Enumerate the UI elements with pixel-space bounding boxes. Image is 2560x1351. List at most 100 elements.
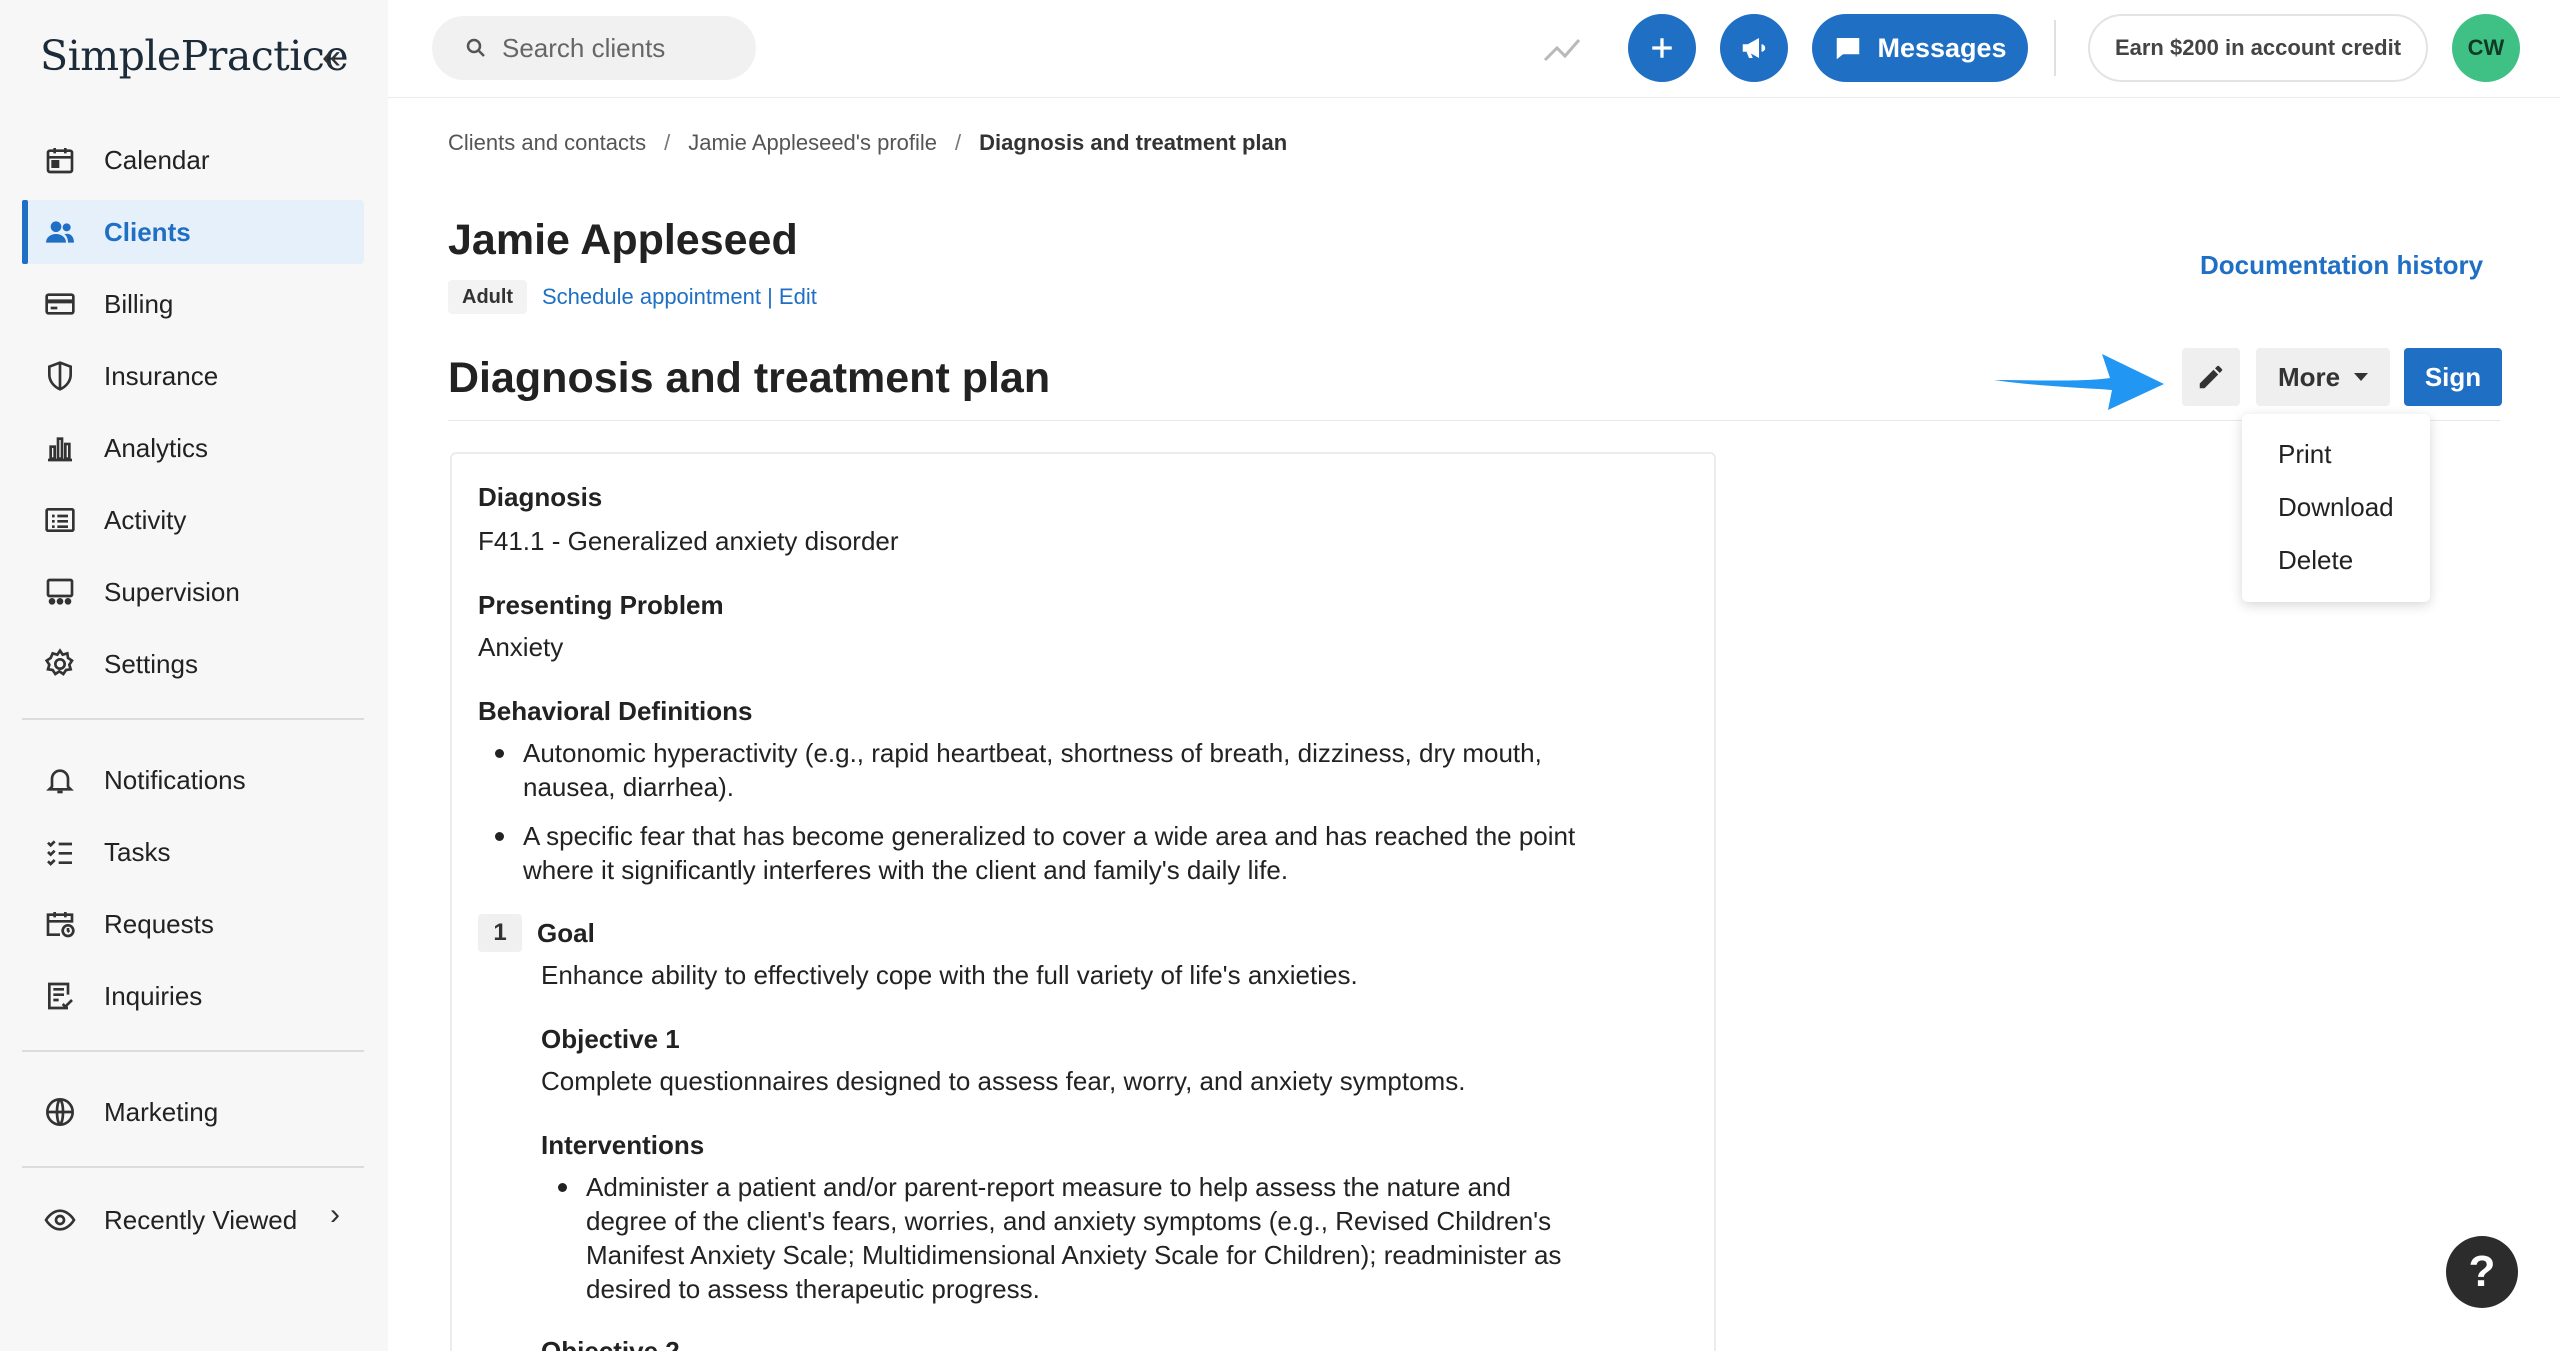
- supervision-icon: [42, 574, 78, 610]
- sidebar-item-label: Requests: [104, 908, 214, 939]
- sign-button[interactable]: Sign: [2404, 348, 2502, 406]
- chat-icon: [1837, 38, 1860, 60]
- documentation-history-link[interactable]: Documentation history: [2200, 250, 2483, 281]
- globe-icon: [42, 1094, 78, 1130]
- trend-icon[interactable]: [1542, 30, 1582, 66]
- sidebar: SimplePractice « Calendar Clients Billin…: [0, 0, 388, 1351]
- objective-1-heading: Objective 1: [541, 1024, 680, 1054]
- objective-1-text: Complete questionnaires designed to asse…: [541, 1066, 1466, 1096]
- topbar-divider: [2054, 20, 2056, 76]
- title-divider: [448, 420, 2500, 421]
- collapse-sidebar-icon[interactable]: «: [322, 38, 341, 77]
- breadcrumb-current: Diagnosis and treatment plan: [979, 130, 1288, 155]
- sidebar-item-requests[interactable]: Requests: [22, 892, 364, 956]
- sidebar-item-label: Billing: [104, 288, 174, 319]
- gear-icon: [42, 646, 78, 682]
- sidebar-divider: [22, 718, 364, 720]
- bar-chart-icon: [42, 430, 78, 466]
- interventions-list: Administer a patient and/or parent-repor…: [558, 1170, 1596, 1321]
- more-dropdown-menu: Print Download Delete: [2242, 414, 2430, 602]
- edit-client-link[interactable]: Edit: [779, 284, 817, 309]
- sidebar-item-activity[interactable]: Activity: [22, 488, 364, 552]
- avatar[interactable]: CW: [2452, 14, 2520, 82]
- sidebar-divider: [22, 1050, 364, 1052]
- sidebar-item-inquiries[interactable]: Inquiries: [22, 964, 364, 1028]
- sidebar-item-tasks[interactable]: Tasks: [22, 820, 364, 884]
- sidebar-item-insurance[interactable]: Insurance: [22, 344, 364, 408]
- credit-card-icon: [42, 286, 78, 322]
- calendar-clock-icon: [42, 906, 78, 942]
- goal-text: Enhance ability to effectively cope with…: [541, 960, 1358, 990]
- menu-item-print[interactable]: Print: [2242, 428, 2430, 481]
- users-icon: [42, 214, 78, 250]
- sidebar-item-label: Calendar: [104, 144, 210, 175]
- shield-icon: [42, 358, 78, 394]
- client-name: Jamie Appleseed: [448, 216, 798, 264]
- pencil-icon: [2199, 365, 2223, 389]
- search-box[interactable]: [432, 16, 756, 80]
- list-item: A specific fear that has become generali…: [495, 819, 1613, 887]
- list-icon: [42, 502, 78, 538]
- sidebar-item-label: Activity: [104, 504, 187, 535]
- sidebar-item-calendar[interactable]: Calendar: [22, 128, 364, 192]
- objective-2-heading: Objective 2: [541, 1336, 680, 1351]
- sidebar-item-marketing[interactable]: Marketing: [22, 1080, 364, 1144]
- sidebar-item-label: Marketing: [104, 1096, 219, 1127]
- sidebar-item-label: Clients: [104, 216, 191, 247]
- sidebar-item-clients[interactable]: Clients: [22, 200, 364, 264]
- sidebar-item-label: Recently Viewed: [104, 1204, 298, 1235]
- messages-label: Messages: [1877, 32, 2007, 63]
- sidebar-item-analytics[interactable]: Analytics: [22, 416, 364, 480]
- behavioral-definitions-list: Autonomic hyperactivity (e.g., rapid hea…: [495, 736, 1613, 902]
- sidebar-item-label: Analytics: [104, 432, 209, 463]
- diagnosis-value: F41.1 - Generalized anxiety disorder: [478, 526, 899, 556]
- diagnosis-heading: Diagnosis: [478, 482, 603, 512]
- goal-heading: Goal: [537, 918, 595, 948]
- chevron-right-icon[interactable]: ›: [330, 1198, 340, 1232]
- simplepractice-logo[interactable]: SimplePractice: [40, 32, 349, 80]
- sidebar-item-label: Notifications: [104, 764, 246, 795]
- sidebar-item-label: Tasks: [104, 836, 171, 867]
- calendar-icon: [42, 142, 78, 178]
- menu-item-download[interactable]: Download: [2242, 481, 2430, 534]
- menu-item-delete[interactable]: Delete: [2242, 534, 2430, 587]
- sidebar-item-label: Insurance: [104, 360, 219, 391]
- eye-icon: [42, 1202, 78, 1238]
- more-button[interactable]: More: [2256, 348, 2390, 406]
- breadcrumb-profile-link[interactable]: Jamie Appleseed's profile: [688, 130, 937, 155]
- presenting-problem-heading: Presenting Problem: [478, 590, 724, 620]
- checklist-icon: [42, 834, 78, 870]
- add-button[interactable]: [1628, 14, 1696, 82]
- sidebar-item-notifications[interactable]: Notifications: [22, 748, 364, 812]
- plus-icon: [1652, 38, 1672, 58]
- search-icon: [466, 38, 485, 57]
- list-item: Administer a patient and/or parent-repor…: [558, 1170, 1596, 1306]
- sidebar-item-label: Supervision: [104, 576, 240, 607]
- goal-number-badge: 1: [478, 914, 522, 952]
- announcements-button[interactable]: [1720, 14, 1788, 82]
- megaphone-icon: [1742, 38, 1766, 58]
- sidebar-item-supervision[interactable]: Supervision: [22, 560, 364, 624]
- presenting-problem-value: Anxiety: [478, 632, 564, 662]
- help-button[interactable]: ?: [2446, 1236, 2518, 1308]
- client-links: Schedule appointment | Edit: [542, 284, 817, 310]
- sidebar-item-recently-viewed[interactable]: Recently Viewed: [22, 1188, 364, 1252]
- sidebar-item-billing[interactable]: Billing: [22, 272, 364, 336]
- breadcrumb-clients-link[interactable]: Clients and contacts: [448, 130, 646, 155]
- search-input[interactable]: [502, 32, 722, 64]
- earn-credit-button[interactable]: Earn $200 in account credit: [2088, 14, 2428, 82]
- link-separator: |: [767, 284, 773, 309]
- sidebar-item-label: Inquiries: [104, 980, 203, 1011]
- page-title: Diagnosis and treatment plan: [448, 354, 1051, 402]
- sidebar-divider: [22, 1166, 364, 1168]
- edit-button[interactable]: [2182, 348, 2240, 406]
- sidebar-item-settings[interactable]: Settings: [22, 632, 364, 696]
- messages-button[interactable]: Messages: [1812, 14, 2028, 82]
- sidebar-item-label: Settings: [104, 648, 198, 679]
- top-bar: Messages Earn $200 in account credit CW: [388, 0, 2560, 98]
- client-type-badge: Adult: [448, 280, 528, 314]
- pointer-arrow-icon: [1994, 354, 2164, 410]
- schedule-appointment-link[interactable]: Schedule appointment: [542, 284, 761, 309]
- caret-down-icon: [2354, 373, 2369, 381]
- breadcrumb-separator: /: [955, 130, 962, 155]
